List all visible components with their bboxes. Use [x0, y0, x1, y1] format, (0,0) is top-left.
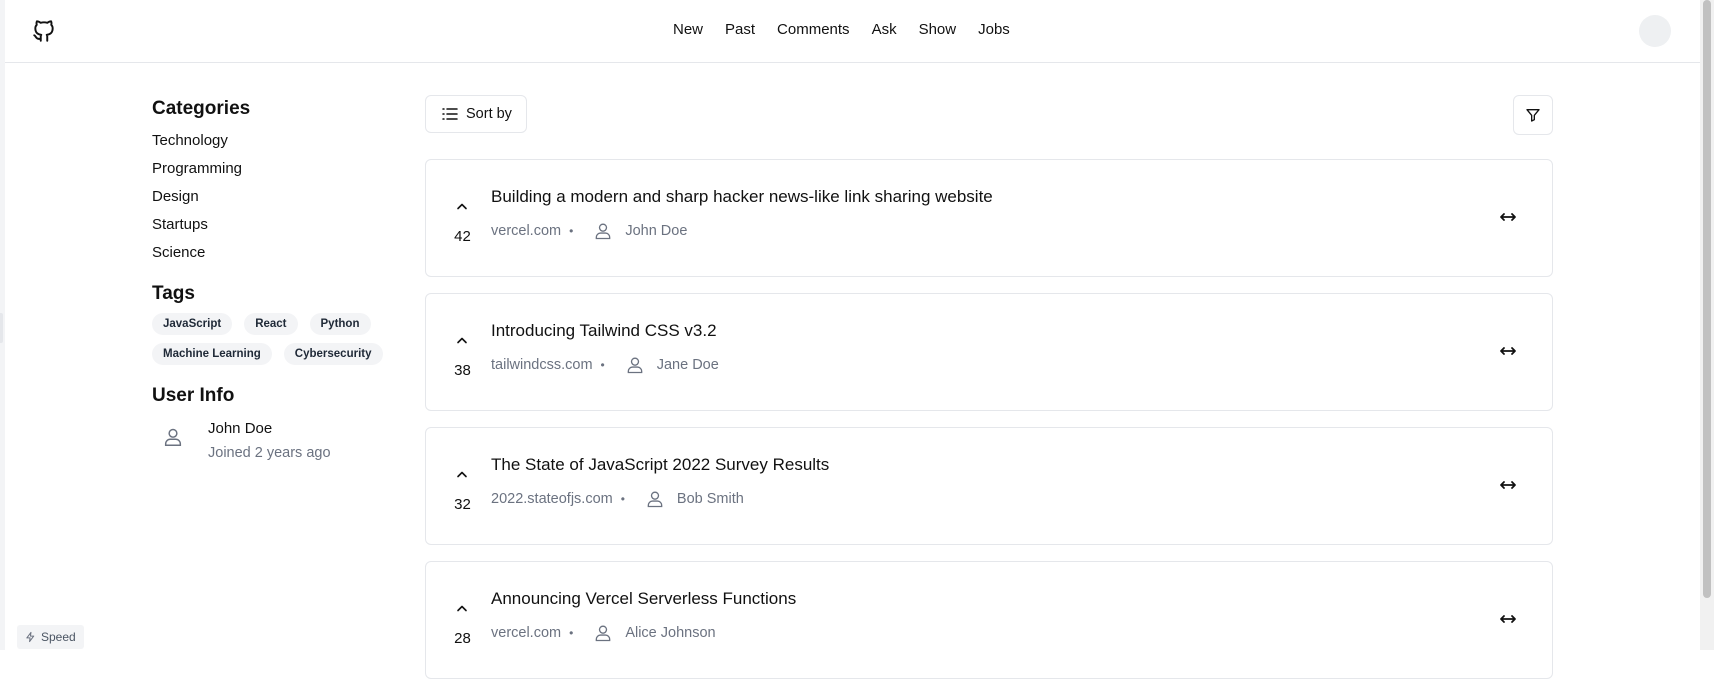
- post-author[interactable]: Jane Doe: [657, 357, 719, 373]
- post-card[interactable]: 32 The State of JavaScript 2022 Survey R…: [425, 427, 1553, 545]
- tags-heading: Tags: [152, 283, 195, 304]
- categories-heading: Categories: [152, 98, 251, 119]
- chevron-up-icon[interactable]: [456, 470, 468, 478]
- post-title[interactable]: Introducing Tailwind CSS v3.2: [491, 320, 717, 342]
- separator-dot: •: [600, 358, 605, 372]
- speed-label: Speed: [41, 630, 76, 644]
- sidebar: Categories Technology Programming Design…: [152, 96, 412, 463]
- post-card[interactable]: 38 Introducing Tailwind CSS v3.2 tailwin…: [425, 293, 1553, 411]
- arrows-horizontal-icon[interactable]: [1499, 612, 1517, 626]
- chevron-up-icon[interactable]: [456, 336, 468, 344]
- filter-icon: [1526, 109, 1540, 122]
- tag-react[interactable]: React: [244, 313, 298, 335]
- separator-dot: •: [569, 626, 574, 640]
- post-author[interactable]: Alice Johnson: [625, 625, 715, 641]
- post-title[interactable]: Announcing Vercel Serverless Functions: [491, 588, 796, 610]
- user-icon: [627, 357, 643, 374]
- user-icon: [647, 491, 663, 508]
- post-score: 42: [454, 228, 471, 245]
- tag-cybersecurity[interactable]: Cybersecurity: [283, 343, 383, 365]
- post-score: 38: [454, 362, 471, 379]
- list-icon: [442, 108, 458, 120]
- category-science[interactable]: Science: [152, 239, 412, 267]
- chevron-up-icon[interactable]: [456, 604, 468, 612]
- post-score: 32: [454, 496, 471, 513]
- post-meta: vercel.com • Alice Johnson: [491, 622, 716, 644]
- tag-python[interactable]: Python: [309, 313, 371, 335]
- post-domain[interactable]: vercel.com: [491, 223, 561, 239]
- post-domain[interactable]: tailwindcss.com: [491, 357, 593, 373]
- nav-past[interactable]: Past: [725, 20, 755, 40]
- post-author[interactable]: Bob Smith: [677, 491, 744, 507]
- arrows-horizontal-icon[interactable]: [1499, 344, 1517, 358]
- separator-dot: •: [620, 492, 625, 506]
- user-icon: [595, 223, 611, 240]
- avatar[interactable]: [1639, 15, 1671, 47]
- post-title[interactable]: Building a modern and sharp hacker news-…: [491, 186, 993, 208]
- post-author[interactable]: John Doe: [625, 223, 687, 239]
- category-startups[interactable]: Startups: [152, 211, 412, 239]
- post-meta: vercel.com • John Doe: [491, 220, 687, 242]
- user-icon: [164, 428, 182, 446]
- nav-new[interactable]: New: [673, 20, 703, 40]
- main-nav: New Past Comments Ask Show Jobs: [673, 20, 1010, 40]
- speed-badge[interactable]: Speed: [17, 625, 84, 649]
- post-meta: 2022.stateofjs.com • Bob Smith: [491, 488, 744, 510]
- tag-javascript[interactable]: JavaScript: [152, 313, 233, 335]
- category-list: Technology Programming Design Startups S…: [152, 127, 412, 267]
- post-card[interactable]: 28 Announcing Vercel Serverless Function…: [425, 561, 1553, 679]
- filter-button[interactable]: [1513, 95, 1553, 135]
- post-meta: tailwindcss.com • Jane Doe: [491, 354, 719, 376]
- sort-label: Sort by: [466, 106, 512, 122]
- post-score: 28: [454, 630, 471, 647]
- nav-jobs[interactable]: Jobs: [978, 20, 1010, 40]
- post-domain[interactable]: 2022.stateofjs.com: [491, 491, 613, 507]
- github-icon[interactable]: [31, 18, 57, 44]
- tag-machine-learning[interactable]: Machine Learning: [152, 343, 272, 365]
- scrollbar[interactable]: [1700, 0, 1714, 650]
- separator-dot: •: [569, 224, 574, 238]
- category-design[interactable]: Design: [152, 183, 412, 211]
- nav-comments[interactable]: Comments: [777, 20, 850, 40]
- arrows-horizontal-icon[interactable]: [1499, 478, 1517, 492]
- post-title[interactable]: The State of JavaScript 2022 Survey Resu…: [491, 454, 829, 476]
- user-joined: Joined 2 years ago: [208, 445, 331, 461]
- category-technology[interactable]: Technology: [152, 127, 412, 155]
- chevron-up-icon[interactable]: [456, 202, 468, 210]
- nav-show[interactable]: Show: [919, 20, 957, 40]
- scrollbar-thumb[interactable]: [1703, 0, 1711, 598]
- tag-list: JavaScript React Python Machine Learning…: [152, 313, 392, 365]
- category-programming[interactable]: Programming: [152, 155, 412, 183]
- post-domain[interactable]: vercel.com: [491, 625, 561, 641]
- sort-button[interactable]: Sort by: [425, 95, 527, 133]
- lightning-icon: [26, 631, 35, 643]
- left-edge-handle[interactable]: [0, 313, 3, 343]
- top-header: New Past Comments Ask Show Jobs: [5, 0, 1700, 63]
- nav-ask[interactable]: Ask: [872, 20, 897, 40]
- user-info-heading: User Info: [152, 385, 235, 406]
- user-name: John Doe: [208, 420, 273, 437]
- user-icon: [595, 625, 611, 642]
- user-info: John Doe Joined 2 years ago: [152, 419, 412, 463]
- post-card[interactable]: 42 Building a modern and sharp hacker ne…: [425, 159, 1553, 277]
- arrows-horizontal-icon[interactable]: [1499, 210, 1517, 224]
